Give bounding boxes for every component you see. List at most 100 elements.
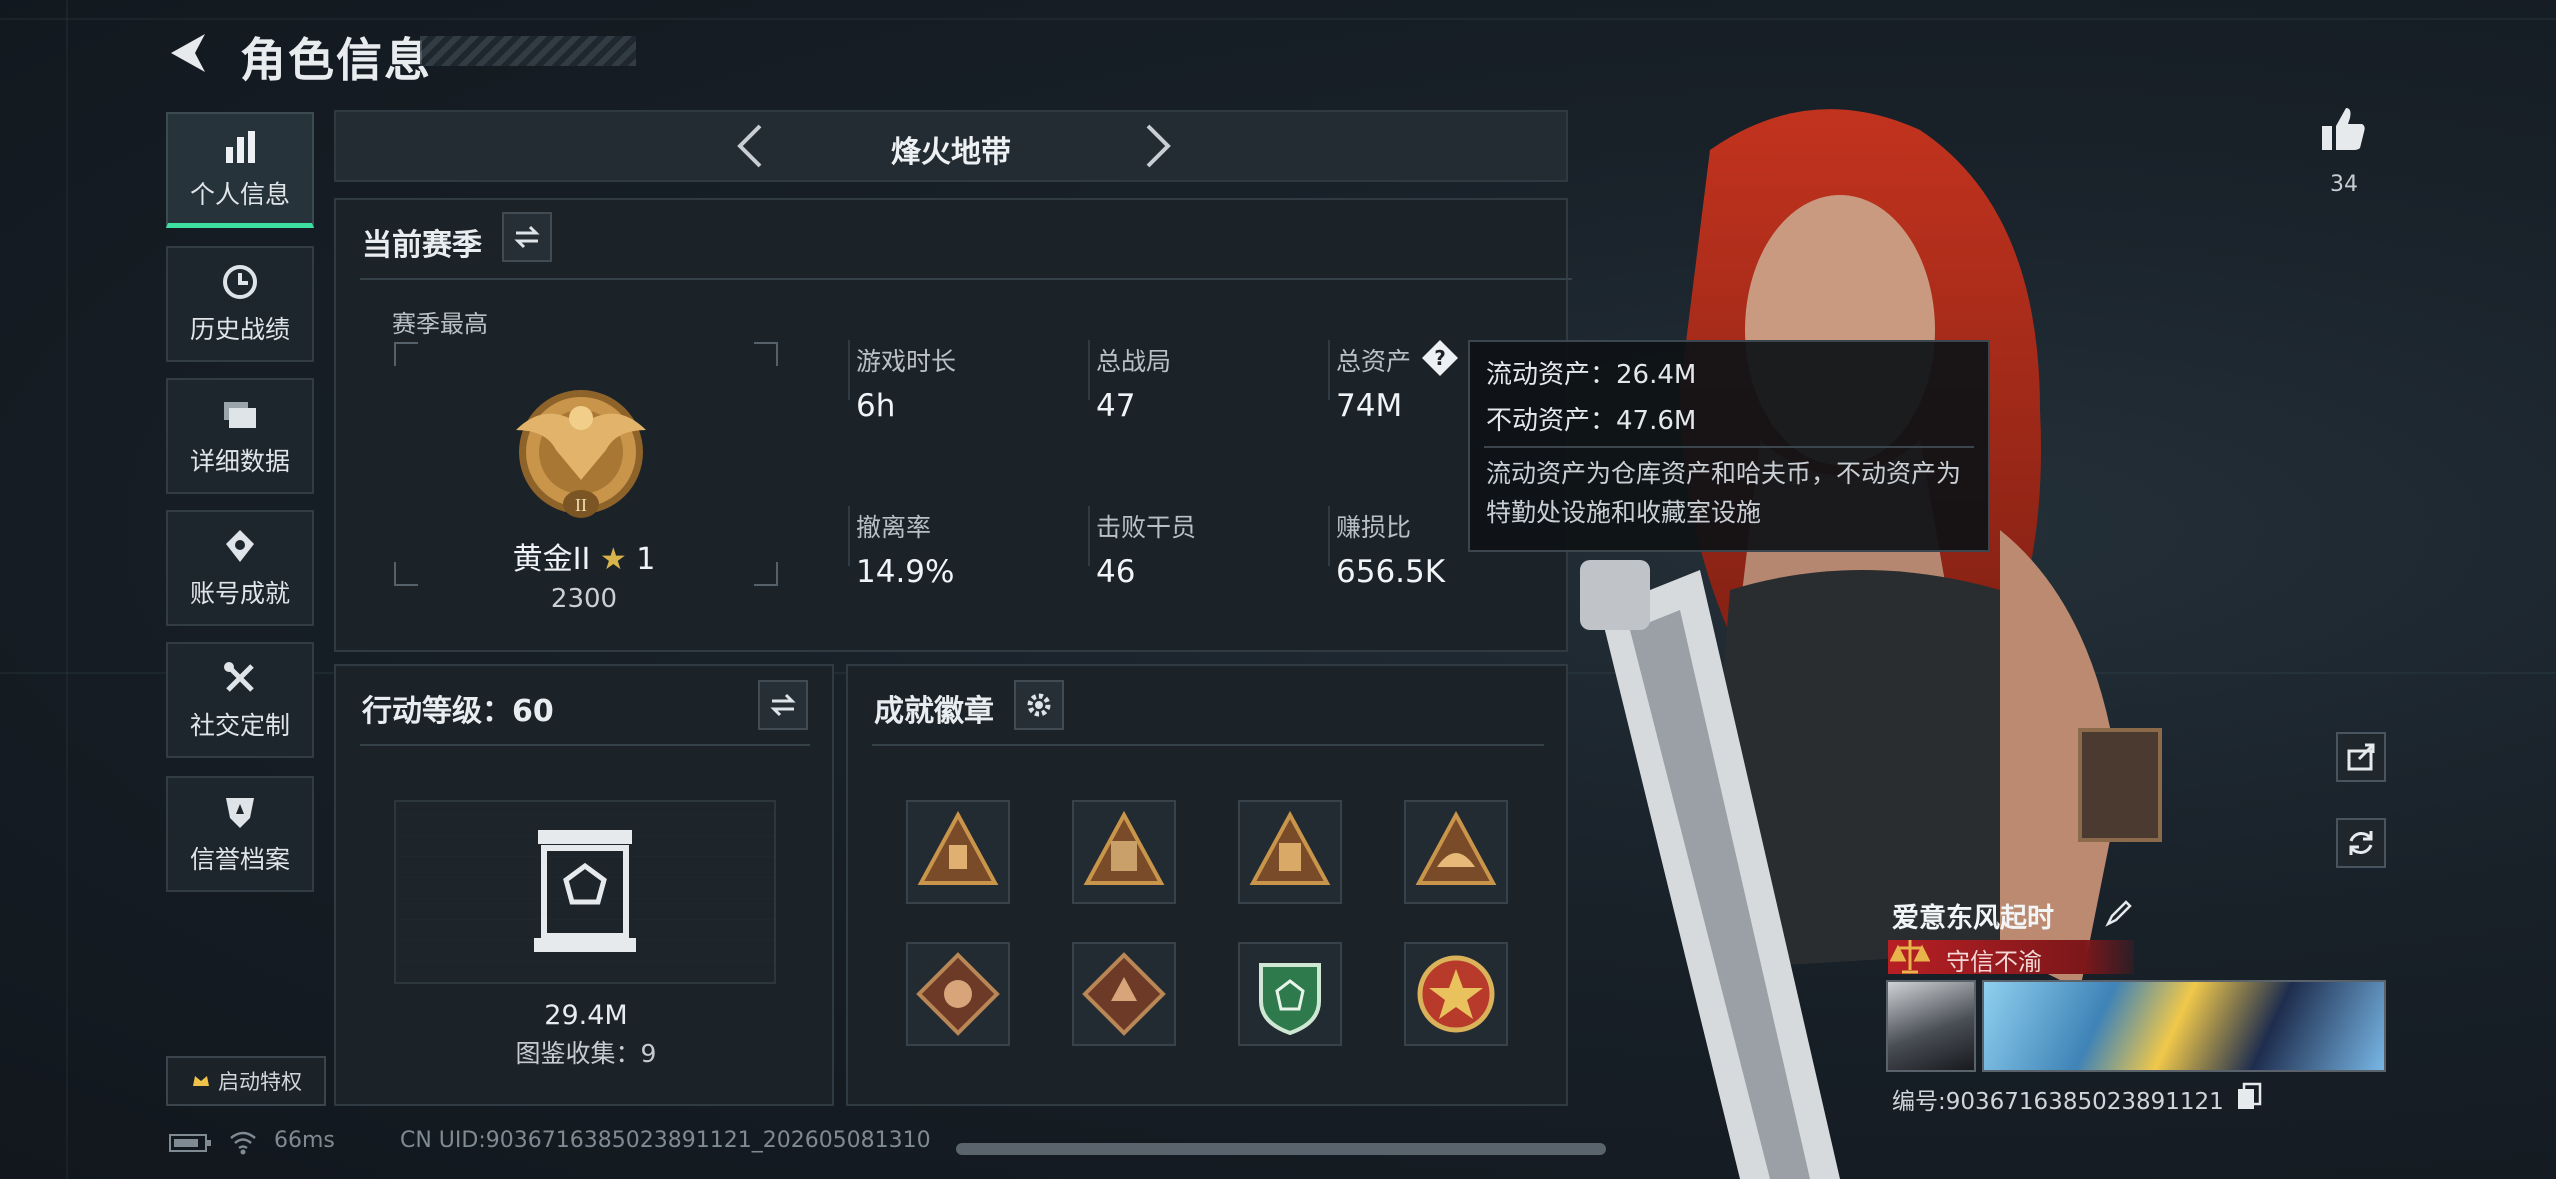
rank-name: 黄金II	[512, 542, 591, 577]
mode-title: 烽火地带	[891, 135, 1011, 170]
nav-item-social[interactable]: 社交定制	[166, 642, 314, 758]
scales-icon	[1890, 940, 1930, 974]
page-title: 角色信息	[240, 33, 432, 87]
refresh-button[interactable]	[2336, 818, 2386, 868]
divider	[848, 506, 850, 566]
nav-item-label: 详细数据	[189, 447, 290, 476]
nav-item-achievements[interactable]: 账号成就	[166, 510, 314, 626]
nav-item-credit[interactable]: 信誉档案	[166, 776, 314, 892]
achievement-badges-panel: 成就徽章	[846, 664, 1568, 1106]
tooltip-description: 流动资产为仓库资产和哈夫币，不动资产为特勤处设施和收藏室设施	[1486, 459, 1962, 527]
refresh-icon	[2349, 831, 2373, 855]
name-card-banner[interactable]	[1982, 980, 2386, 1072]
reputation-text: 守信不渝	[1946, 948, 2042, 976]
stat-label-kills: 击败干员	[1096, 513, 1197, 542]
action-level-panel: 行动等级：60 29.4M 图鉴收集：9	[334, 664, 834, 1106]
swap-icon	[514, 225, 540, 249]
collection-count: 图鉴收集：9	[515, 1039, 657, 1068]
star-icon: ★	[599, 542, 627, 577]
gold-rank-emblem-icon: II	[516, 390, 646, 518]
rank-name-row: 黄金II ★ 1	[434, 534, 734, 578]
action-level-title: 行动等级：60	[362, 694, 554, 729]
stat-value-kills: 46	[1096, 554, 1136, 590]
season-switch-button[interactable]	[502, 212, 552, 262]
nav-item-label: 历史战绩	[189, 315, 290, 344]
nav-item-detail-data[interactable]: 详细数据	[166, 378, 314, 494]
badge-slot[interactable]	[906, 800, 1010, 904]
collection-value: 29.4M	[544, 1000, 628, 1031]
action-level-switch-button[interactable]	[758, 680, 808, 730]
frame-corner	[394, 562, 418, 586]
player-id: 编号:9036716385023891121	[1892, 1089, 2224, 1115]
divider	[1328, 340, 1330, 400]
divider	[872, 744, 1544, 746]
bg-grid-line	[66, 0, 68, 1179]
privilege-icon	[193, 1076, 209, 1086]
nav-item-label: 个人信息	[189, 179, 290, 209]
mode-selector: 烽火地带	[334, 110, 1568, 182]
medal-icon	[226, 530, 254, 562]
badge-slot[interactable]	[1072, 942, 1176, 1046]
uid-text: CN UID:9036716385023891121_202605081310	[400, 1128, 931, 1153]
frame-corner	[394, 342, 418, 366]
nav-item-history[interactable]: 历史战绩	[166, 246, 314, 362]
copy-icon[interactable]	[2236, 1082, 2262, 1110]
stat-value-extract-rate: 14.9%	[856, 554, 955, 590]
stat-value-total-matches: 47	[1096, 388, 1136, 424]
divider	[848, 340, 850, 400]
divider	[1484, 446, 1974, 448]
season-title: 当前赛季	[362, 228, 482, 263]
edit-pencil-icon[interactable]	[2104, 898, 2134, 928]
divider	[360, 278, 1572, 280]
svg-text:?: ?	[1434, 346, 1446, 370]
green-shield-badge-icon	[1259, 963, 1321, 1036]
chevron-right-icon[interactable]	[1130, 120, 1182, 172]
stat-value-playtime: 6h	[856, 388, 896, 424]
badge-slot[interactable]	[1238, 800, 1342, 904]
stat-value-total-assets: 74M	[1336, 388, 1403, 424]
badges-settings-button[interactable]	[1014, 680, 1064, 730]
badge-slot[interactable]	[1238, 942, 1342, 1046]
swap-icon	[770, 693, 796, 717]
gear-icon	[1027, 693, 1051, 717]
triangle-badge-icon	[1083, 810, 1165, 885]
privilege-label: 启动特权	[218, 1070, 302, 1094]
tools-icon	[224, 662, 254, 692]
stat-label-total-assets: 总资产	[1336, 347, 1412, 376]
title-decoration	[420, 36, 636, 66]
avatar[interactable]	[1886, 980, 1976, 1072]
home-indicator	[956, 1143, 1606, 1155]
diamond-badge-icon	[1082, 952, 1166, 1036]
thumbs-up-icon[interactable]	[2318, 104, 2368, 154]
ping-value: 66ms	[274, 1128, 335, 1153]
back-arrow-icon[interactable]	[165, 30, 211, 76]
share-button[interactable]	[2336, 732, 2386, 782]
player-name: 爱意东风起时	[1892, 903, 2054, 934]
tooltip-fixed-assets: 不动资产：47.6M	[1486, 406, 1697, 436]
triangle-badge-icon	[1249, 810, 1331, 885]
folder-icon	[224, 402, 256, 428]
clock-icon	[223, 265, 257, 299]
shield-icon	[226, 798, 254, 828]
wifi-icon	[230, 1131, 256, 1155]
start-privilege-button[interactable]: 启动特权	[166, 1056, 326, 1106]
stat-label-profit-ratio: 赚损比	[1336, 513, 1412, 542]
divider	[360, 744, 810, 746]
nav-item-label: 账号成就	[189, 579, 290, 608]
badge-slot[interactable]	[1072, 800, 1176, 904]
battery-icon	[169, 1134, 211, 1152]
frame-corner	[754, 342, 778, 366]
nav-item-label: 信誉档案	[189, 845, 290, 874]
question-help-icon[interactable]: ?	[1420, 338, 1460, 378]
share-icon	[2347, 743, 2375, 771]
rank-points: 2300	[550, 584, 618, 614]
nav-item-personal-info[interactable]: 个人信息	[166, 112, 314, 228]
collection-display[interactable]	[394, 800, 776, 984]
triangle-badge-icon	[917, 810, 999, 885]
collection-case-icon	[534, 830, 636, 952]
bg-grid-line	[0, 18, 2556, 20]
frame-corner	[754, 562, 778, 586]
badge-slot[interactable]	[906, 942, 1010, 1046]
like-count: 34	[2330, 172, 2358, 197]
assets-tooltip: 流动资产：26.4M 不动资产：47.6M 流动资产为仓库资产和哈夫币，不动资产…	[1468, 340, 1990, 552]
